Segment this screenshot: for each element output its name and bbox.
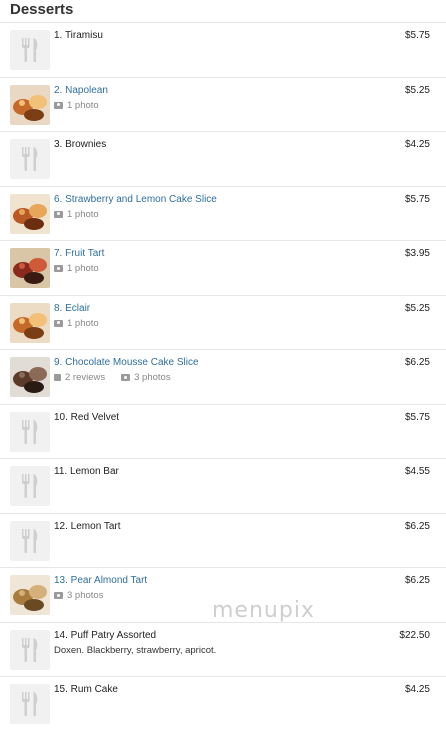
camera-icon [54, 210, 63, 218]
photo-count[interactable]: 1 photo [67, 263, 99, 274]
menu-item: 1. Tiramisu $5.75 [0, 22, 446, 77]
camera-icon [54, 592, 63, 599]
item-name: 15. Rum Cake [54, 684, 118, 695]
food-photo-thumbnail[interactable] [10, 575, 50, 615]
item-name[interactable]: 2. Napolean [54, 85, 108, 97]
item-name: 14. Puff Patry Assorted [54, 629, 157, 641]
placeholder-icon [10, 30, 50, 70]
food-photo-thumbnail[interactable] [10, 84, 50, 125]
item-meta: 2 reviews 3 photos [54, 372, 171, 383]
placeholder-icon [10, 629, 50, 670]
placeholder-icon [10, 466, 50, 506]
item-name[interactable]: 7. Fruit Tart [54, 248, 104, 260]
menu-item[interactable]: 2. Napolean $5.25 1 photo [0, 76, 446, 132]
placeholder-icon [10, 520, 50, 561]
item-description: Doxen. Blackberry, strawberry, apricot. [54, 644, 217, 656]
food-photo-thumbnail[interactable] [10, 193, 50, 234]
item-price: $6.25 [404, 357, 430, 368]
photo-count[interactable]: 3 photos [67, 590, 103, 601]
menu-item[interactable]: 8. Eclair $5.25 1 photo [0, 294, 446, 350]
item-meta: 1 photo [54, 209, 99, 220]
food-photo-thumbnail[interactable] [10, 248, 50, 288]
item-price: $5.25 [404, 84, 430, 96]
item-meta: 3 photos [54, 590, 103, 601]
item-name: 11. Lemon Bar [54, 466, 119, 477]
food-photo-thumbnail[interactable] [10, 357, 50, 397]
menu-item[interactable]: 6. Strawberry and Lemon Cake Slice $5.75 1… [0, 185, 446, 241]
item-name: 10. Red Velvet [54, 411, 120, 423]
item-name[interactable]: 9. Chocolate Mousse Cake Slice [54, 357, 199, 369]
item-price: $22.50 [399, 629, 430, 641]
item-price: $4.55 [404, 466, 430, 477]
menu-item: 15. Rum Cake $4.25 [0, 676, 446, 731]
photo-count[interactable]: 1 photo [67, 209, 99, 220]
camera-icon [54, 101, 63, 109]
food-photo-thumbnail[interactable] [10, 302, 50, 343]
item-name[interactable]: 6. Strawberry and Lemon Cake Slice [54, 194, 217, 206]
item-price: $6.25 [404, 575, 430, 586]
item-price: $3.95 [404, 248, 430, 259]
item-price: $4.25 [404, 684, 430, 695]
review-count[interactable]: 2 reviews [65, 372, 105, 383]
menu-list: 1. Tiramisu $5.75 2. Napolean $5.25 1 photo 3… [0, 22, 446, 731]
menu-item: 12. Lemon Tart $6.25 [0, 512, 446, 568]
photo-count[interactable]: 1 photo [67, 100, 99, 111]
section-title: Desserts [10, 1, 74, 18]
item-name[interactable]: 13. Pear Almond Tart [54, 575, 147, 587]
menu-item: 11. Lemon Bar $4.55 [0, 458, 446, 513]
item-name: 3. Brownies [54, 139, 107, 150]
menu-item[interactable]: 9. Chocolate Mousse Cake Slice $6.25 2 rev… [0, 349, 446, 404]
placeholder-icon [10, 139, 50, 179]
photo-count[interactable]: 3 photos [134, 372, 170, 383]
item-meta: 1 photo [54, 100, 99, 111]
item-price: $5.25 [404, 302, 430, 314]
item-price: $6.25 [404, 520, 430, 532]
camera-icon [121, 374, 131, 381]
item-price: $5.75 [404, 30, 430, 41]
item-price: $4.25 [404, 139, 430, 150]
item-meta: 1 photo [54, 263, 99, 274]
review-icon [54, 374, 61, 381]
menu-item: 10. Red Velvet $5.75 [0, 403, 446, 459]
item-name: 12. Lemon Tart [54, 520, 121, 532]
item-name[interactable]: 8. Eclair [54, 303, 90, 315]
camera-icon [54, 319, 63, 327]
item-meta: 1 photo [54, 318, 99, 329]
camera-icon [54, 265, 63, 272]
photo-count[interactable]: 1 photo [67, 318, 99, 329]
placeholder-icon [10, 411, 50, 452]
placeholder-icon [10, 684, 50, 724]
watermark: menupix [212, 598, 315, 623]
item-price: $5.75 [404, 411, 430, 423]
item-price: $5.75 [404, 193, 430, 205]
menu-item: 3. Brownies $4.25 [0, 131, 446, 186]
menu-item: 14. Puff Patry Assorted $22.50 Doxen. Blac… [0, 621, 446, 677]
menu-item[interactable]: 7. Fruit Tart $3.95 1 photo [0, 240, 446, 295]
item-name: 1. Tiramisu [54, 30, 103, 41]
